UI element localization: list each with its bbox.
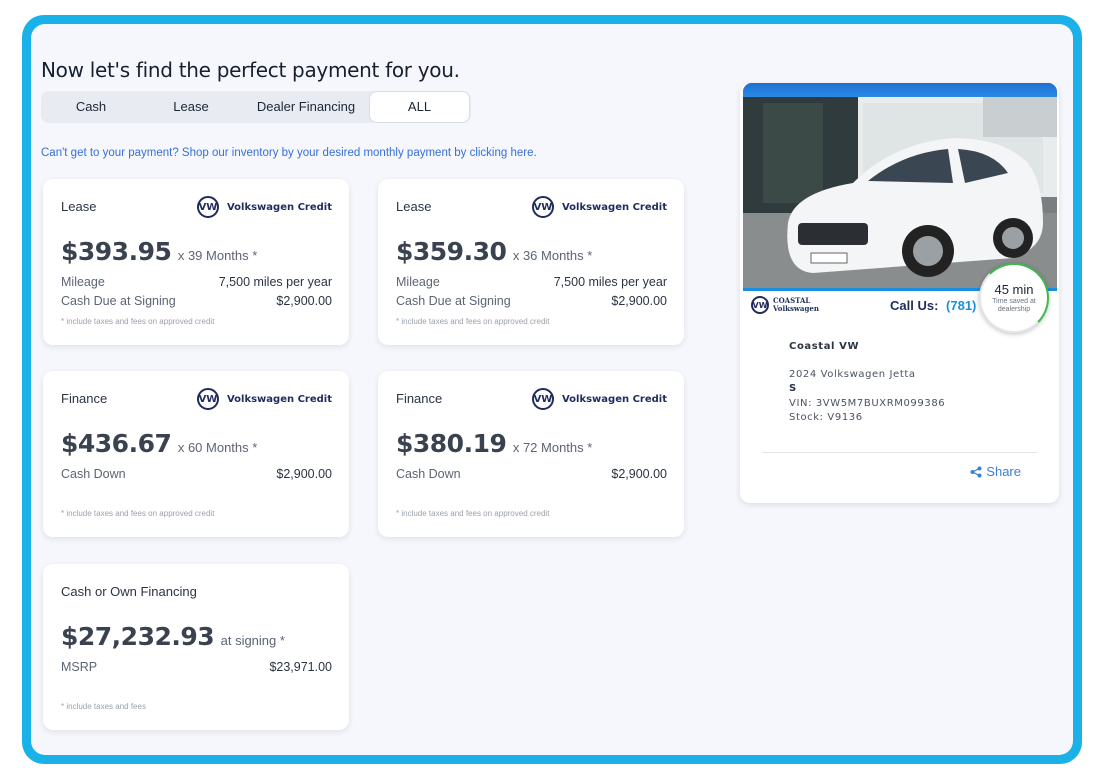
share-button[interactable]: Share: [970, 464, 1021, 479]
vehicle-title: 2024 Volkswagen Jetta: [789, 369, 916, 380]
detail-row: Cash Down $2,900.00: [396, 467, 667, 481]
detail-value: 7,500 miles per year: [218, 275, 332, 289]
disclaimer: * include taxes and fees on approved cre…: [396, 509, 550, 518]
vw-logo-icon: VW: [531, 388, 554, 410]
lender-logo: VW Volkswagen Credit: [531, 195, 667, 219]
lender-name: Volkswagen Credit: [226, 201, 332, 213]
disclaimer: * include taxes and fees on approved cre…: [61, 317, 215, 326]
payment-type-label: Finance: [396, 391, 443, 406]
term-text: at signing *: [220, 633, 285, 648]
lender-logo: VW Volkswagen Credit: [196, 387, 332, 411]
detail-value: $23,971.00: [269, 660, 332, 674]
call-us[interactable]: Call Us: (781): [890, 298, 976, 313]
term-text: x 72 Months *: [512, 440, 593, 455]
lender-name: Volkswagen Credit: [561, 201, 667, 213]
time-saved-badge: 45 min Time saved at dealership: [979, 263, 1049, 333]
detail-label: Cash Due at Signing: [396, 294, 511, 308]
cash-price: $27,232.93: [61, 622, 215, 651]
monthly-price: $393.95: [61, 237, 172, 266]
badge-subtitle: Time saved at dealership: [992, 298, 1036, 313]
vehicle-stock: Stock: V9136: [789, 412, 863, 423]
share-icon: [970, 466, 982, 477]
disclaimer: * include taxes and fees on approved cre…: [61, 509, 215, 518]
detail-row: Cash Down $2,900.00: [61, 467, 332, 481]
detail-label: MSRP: [61, 660, 98, 674]
vw-logo-icon: VW: [196, 388, 219, 410]
payment-type-label: Lease: [61, 199, 97, 214]
detail-label: Cash Down: [61, 467, 126, 481]
detail-label: Cash Down: [396, 467, 461, 481]
vehicle-trim: S: [789, 383, 797, 394]
detail-value: $2,900.00: [276, 294, 332, 308]
payment-card-finance-60[interactable]: Finance VW Volkswagen Credit $436.67 x 6…: [43, 371, 349, 537]
detail-label: Mileage: [396, 275, 440, 289]
term-text: x 36 Months *: [512, 248, 593, 263]
detail-value: $2,900.00: [611, 294, 667, 308]
term-text: x 39 Months *: [177, 248, 258, 263]
dealer-logo: VW COASTAL Volkswagen: [751, 296, 819, 314]
shop-inventory-link[interactable]: Can't get to your payment? Shop our inve…: [41, 147, 537, 159]
call-us-label: Call Us:: [890, 298, 939, 313]
price-row: $380.19 x 72 Months *: [396, 429, 592, 458]
detail-value: $2,900.00: [276, 467, 332, 481]
phone-number[interactable]: (781): [946, 298, 976, 313]
lender-name: Volkswagen Credit: [226, 393, 332, 405]
detail-label: Cash Due at Signing: [61, 294, 176, 308]
detail-value: 7,500 miles per year: [553, 275, 667, 289]
share-label: Share: [986, 464, 1021, 479]
badge-time: 45 min: [994, 282, 1034, 297]
payment-type-label: Lease: [396, 199, 432, 214]
vw-logo-icon: VW: [531, 196, 554, 218]
lender-name: Volkswagen Credit: [561, 393, 667, 405]
price-row: $27,232.93 at signing *: [61, 622, 285, 651]
detail-value: $2,900.00: [611, 467, 667, 481]
term-text: x 60 Months *: [177, 440, 258, 455]
disclaimer: * include taxes and fees: [61, 702, 146, 711]
disclaimer: * include taxes and fees on approved cre…: [396, 317, 550, 326]
vw-logo-icon: VW: [751, 296, 769, 314]
detail-row: Cash Due at Signing $2,900.00: [396, 294, 667, 308]
payment-card-lease-36[interactable]: Lease VW Volkswagen Credit $359.30 x 36 …: [378, 179, 684, 345]
payment-type-label: Finance: [61, 391, 108, 406]
detail-row: Mileage 7,500 miles per year: [61, 275, 332, 289]
vw-logo-icon: VW: [196, 196, 219, 218]
tab-all[interactable]: ALL: [370, 92, 469, 122]
detail-label: Mileage: [61, 275, 105, 289]
payment-panel: Now let's find the perfect payment for y…: [31, 24, 1073, 755]
page-title: Now let's find the perfect payment for y…: [41, 58, 460, 82]
lender-logo: VW Volkswagen Credit: [196, 195, 332, 219]
detail-row: MSRP $23,971.00: [61, 660, 332, 674]
price-row: $359.30 x 36 Months *: [396, 237, 592, 266]
payment-card-cash[interactable]: Cash or Own Financing $27,232.93 at sign…: [43, 564, 349, 730]
monthly-price: $436.67: [61, 429, 172, 458]
dealer-name: Coastal VW: [789, 341, 860, 352]
detail-row: Cash Due at Signing $2,900.00: [61, 294, 332, 308]
dealer-logo-line: Volkswagen: [773, 304, 819, 313]
payment-card-lease-39[interactable]: Lease VW Volkswagen Credit $393.95 x 39 …: [43, 179, 349, 345]
price-row: $436.67 x 60 Months *: [61, 429, 257, 458]
tab-lease[interactable]: Lease: [141, 91, 241, 123]
payment-type-label: Cash or Own Financing: [61, 584, 197, 599]
vehicle-card: VW COASTAL Volkswagen Call Us: (781) 45 …: [740, 83, 1059, 503]
payment-card-finance-72[interactable]: Finance VW Volkswagen Credit $380.19 x 7…: [378, 371, 684, 537]
price-row: $393.95 x 39 Months *: [61, 237, 257, 266]
divider: [762, 452, 1037, 453]
monthly-price: $359.30: [396, 237, 507, 266]
monthly-price: $380.19: [396, 429, 507, 458]
payment-type-tabs: Cash Lease Dealer Financing ALL: [41, 91, 471, 123]
vehicle-photo[interactable]: [743, 83, 1057, 288]
tab-dealer-financing[interactable]: Dealer Financing: [241, 91, 371, 123]
lender-logo: VW Volkswagen Credit: [531, 387, 667, 411]
detail-row: Mileage 7,500 miles per year: [396, 275, 667, 289]
tab-cash[interactable]: Cash: [41, 91, 141, 123]
vehicle-vin: VIN: 3VW5M7BUXRM099386: [789, 398, 946, 409]
